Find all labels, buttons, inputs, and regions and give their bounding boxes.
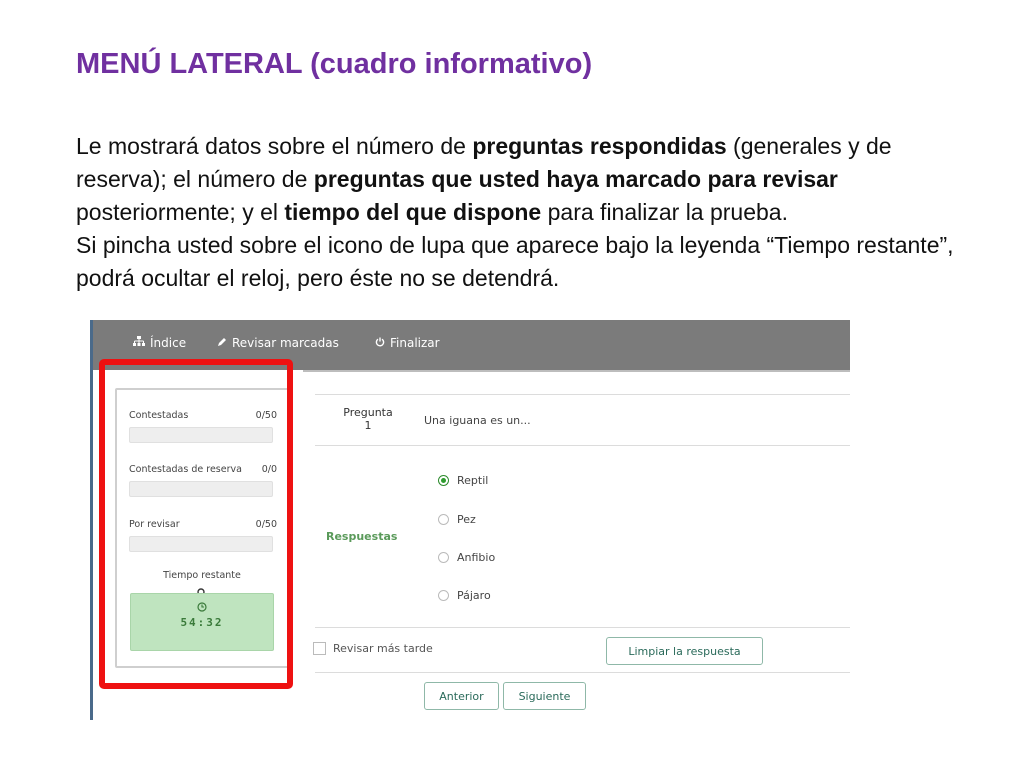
row-divider bbox=[315, 672, 850, 673]
nav-finalizar[interactable]: Finalizar bbox=[375, 336, 440, 350]
nav-indice[interactable]: Índice bbox=[133, 336, 186, 350]
description-paragraph: Le mostrará datos sobre el número de pre… bbox=[76, 130, 976, 229]
question-number: 1 bbox=[364, 419, 372, 432]
option-pez[interactable]: Pez bbox=[438, 513, 476, 526]
text-run: Le mostrará datos sobre el número de bbox=[76, 133, 473, 159]
radio-button[interactable] bbox=[438, 590, 449, 601]
radio-button[interactable] bbox=[438, 475, 449, 486]
previous-button[interactable]: Anterior bbox=[424, 682, 499, 710]
row-divider bbox=[315, 394, 850, 395]
text-run: posteriormente; y el bbox=[76, 199, 285, 225]
radio-button[interactable] bbox=[438, 552, 449, 563]
power-icon bbox=[375, 337, 385, 350]
lupa-paragraph: Si pincha usted sobre el icono de lupa q… bbox=[76, 232, 954, 291]
answers-label: Respuestas bbox=[326, 530, 398, 543]
nav-divider bbox=[303, 370, 850, 372]
question-text: Una iguana es un... bbox=[424, 414, 531, 427]
radio-button[interactable] bbox=[438, 514, 449, 525]
option-label: Pájaro bbox=[457, 589, 491, 602]
nav-indice-label: Índice bbox=[150, 336, 187, 350]
row-divider bbox=[315, 445, 850, 446]
slide-body: Le mostrará datos sobre el número de pre… bbox=[76, 130, 976, 295]
question-number-label: Pregunta 1 bbox=[323, 406, 413, 432]
highlight-frame bbox=[99, 359, 293, 689]
question-label: Pregunta bbox=[343, 406, 393, 419]
checkbox[interactable] bbox=[313, 642, 326, 655]
slide-title: MENÚ LATERAL (cuadro informativo) bbox=[76, 48, 593, 80]
pencil-icon bbox=[217, 337, 227, 350]
option-reptil[interactable]: Reptil bbox=[438, 474, 488, 487]
bold-run: preguntas que usted haya marcado para re… bbox=[313, 166, 838, 192]
clear-answer-button[interactable]: Limpiar la respuesta bbox=[606, 637, 763, 665]
next-button[interactable]: Siguiente bbox=[503, 682, 586, 710]
exam-screenshot: Índice Revisar marcadas Finalizar Contes… bbox=[90, 320, 850, 720]
nav-finalizar-label: Finalizar bbox=[390, 336, 440, 350]
option-label: Pez bbox=[457, 513, 476, 526]
bold-run: preguntas respondidas bbox=[472, 133, 727, 159]
nav-revisar-marcadas[interactable]: Revisar marcadas bbox=[217, 336, 339, 350]
row-divider bbox=[315, 627, 850, 628]
text-run: para finalizar la prueba. bbox=[541, 199, 788, 225]
review-later-checkbox[interactable]: Revisar más tarde bbox=[313, 642, 433, 655]
option-anfibio[interactable]: Anfibio bbox=[438, 551, 495, 564]
bold-run: tiempo del que dispone bbox=[284, 199, 542, 225]
option-pajaro[interactable]: Pájaro bbox=[438, 589, 491, 602]
sitemap-icon bbox=[133, 336, 145, 350]
review-later-label: Revisar más tarde bbox=[333, 642, 433, 655]
nav-revisar-label: Revisar marcadas bbox=[232, 336, 339, 350]
option-label: Reptil bbox=[457, 474, 489, 487]
option-label: Anfibio bbox=[457, 551, 496, 564]
